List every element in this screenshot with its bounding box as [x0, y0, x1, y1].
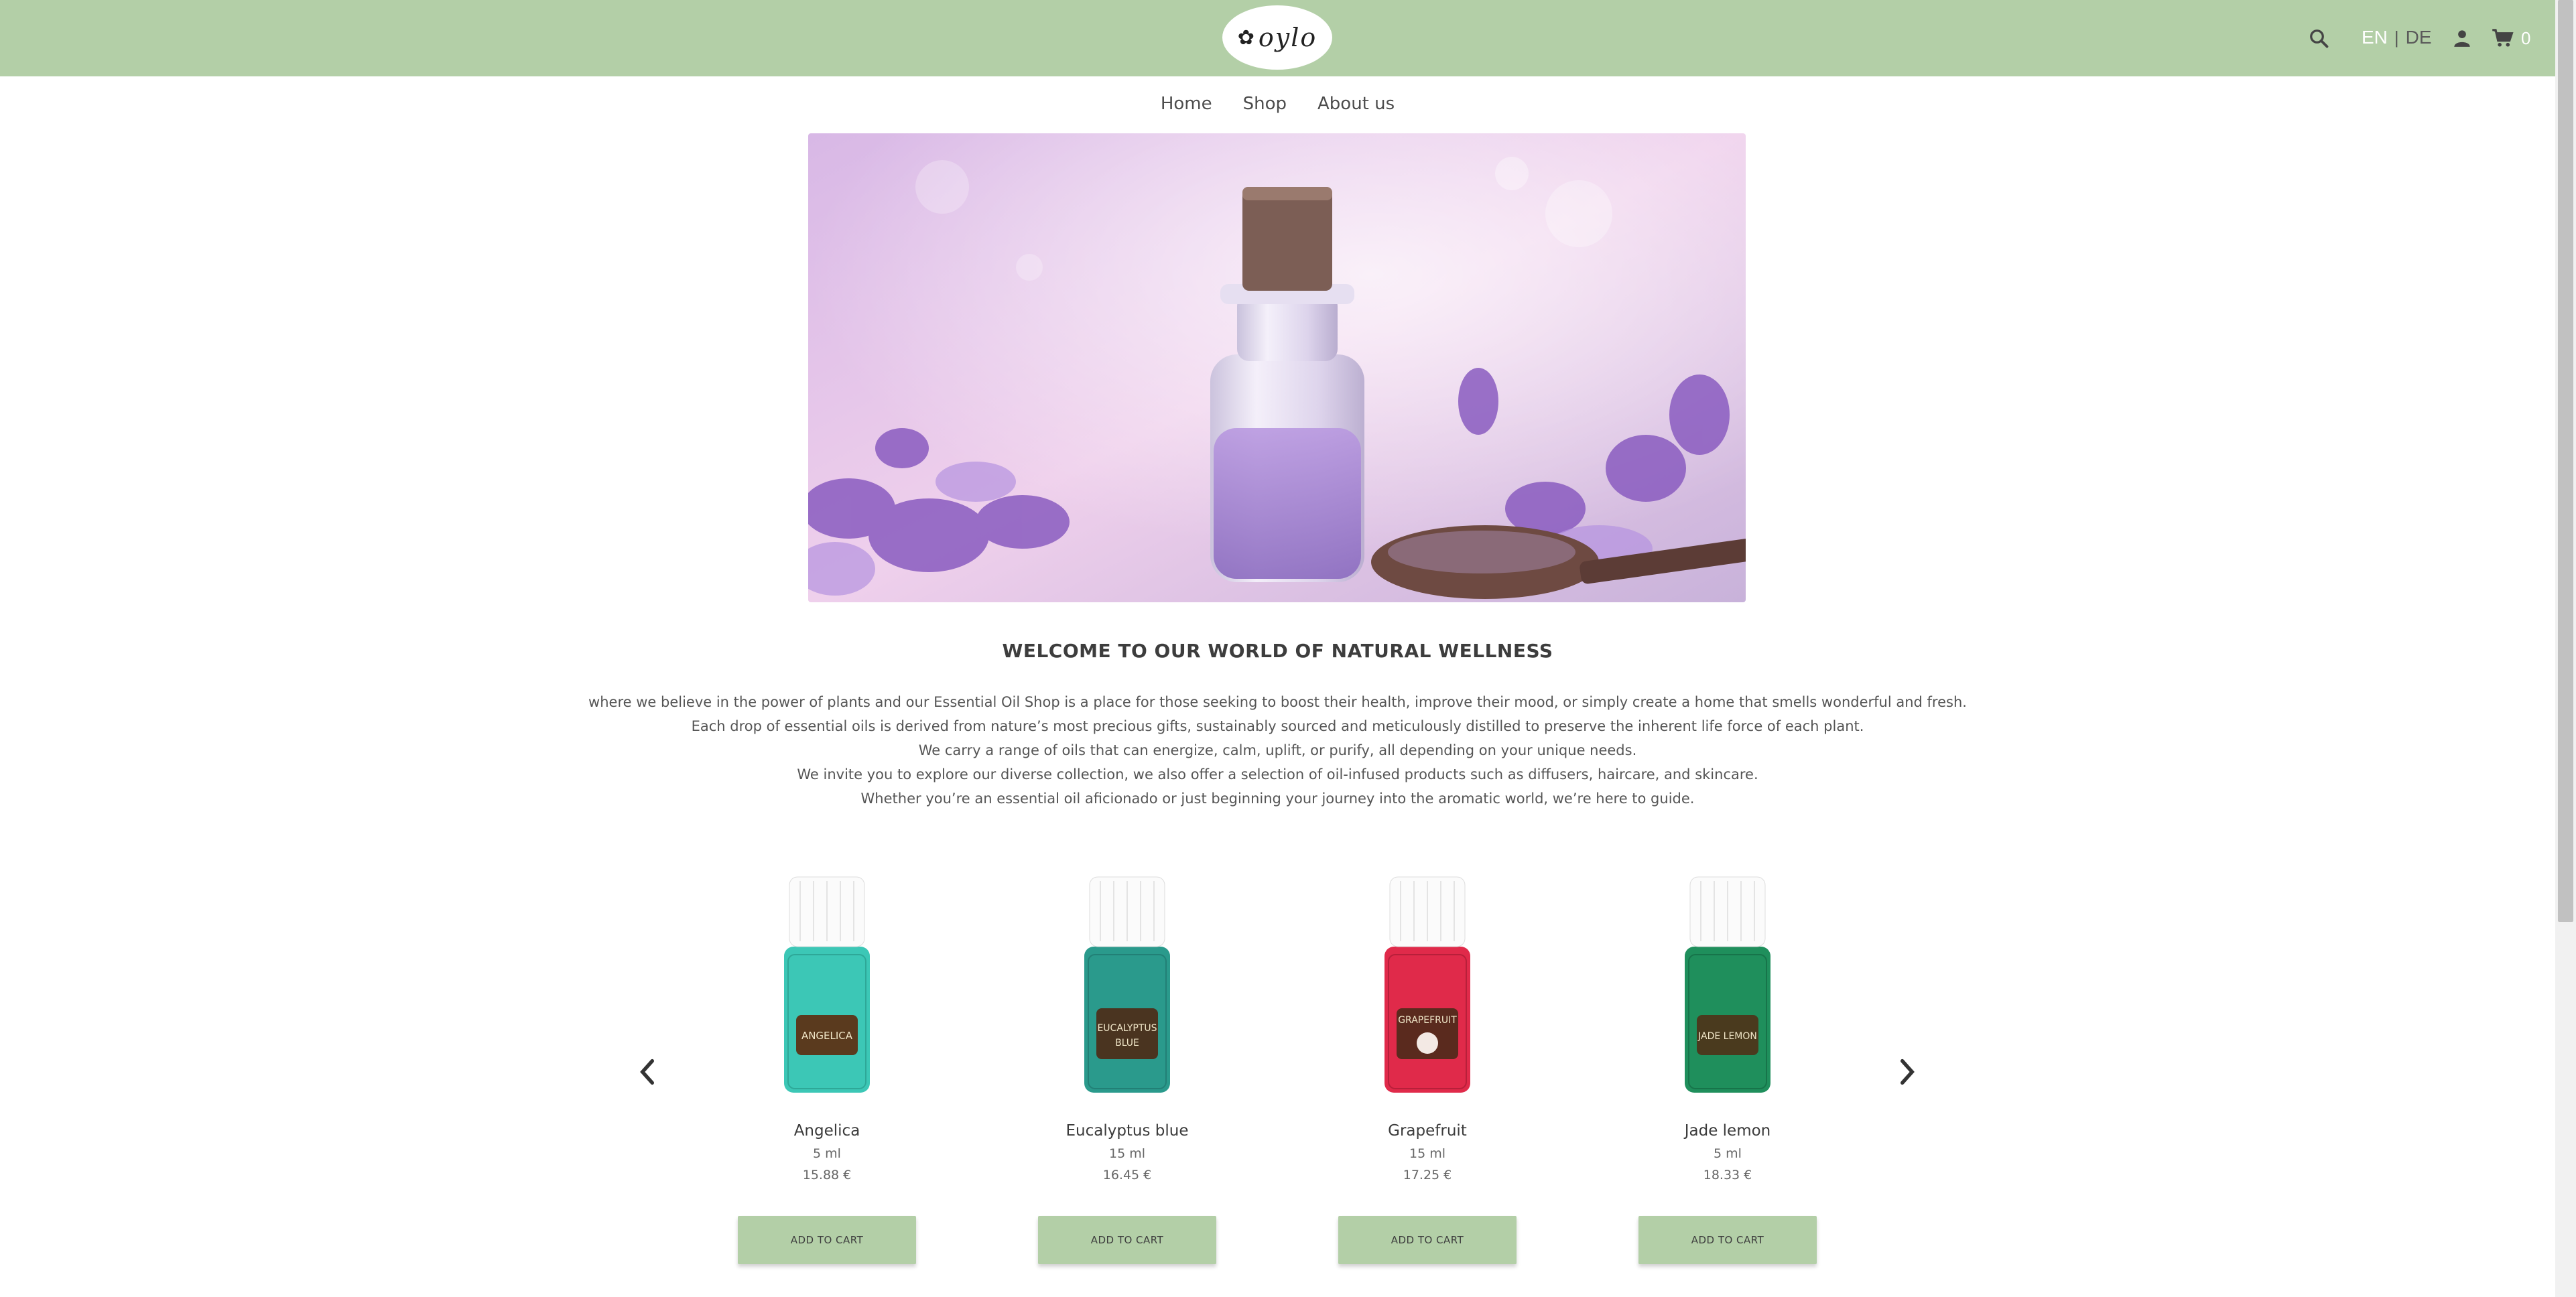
top-header: ✿ oylo EN | DE 0 — [0, 0, 2555, 76]
product-price: 15.88 € — [802, 1168, 852, 1182]
welcome-line: where we believe in the power of plants … — [588, 694, 1967, 710]
main-nav: Home Shop About us — [0, 88, 2555, 119]
lang-de-link[interactable]: DE — [2406, 27, 2432, 48]
nav-about-us[interactable]: About us — [1317, 88, 1395, 119]
welcome-line: Whether you’re an essential oil aficiona… — [860, 791, 1695, 807]
add-to-cart-button[interactable]: ADD TO CART — [1638, 1216, 1817, 1264]
cart-count: 0 — [2521, 27, 2531, 48]
bottle-label: ANGELICA — [801, 1030, 853, 1042]
product-name[interactable]: Eucalyptus blue — [1035, 1122, 1220, 1140]
welcome-line: We invite you to explore our diverse col… — [797, 766, 1758, 782]
product-size: 5 ml — [813, 1146, 841, 1161]
lang-separator: | — [2394, 27, 2399, 48]
product-name[interactable]: Jade lemon — [1635, 1122, 1820, 1140]
product-card: ANGELICA Angelica 5 ml 15.88 € ADD TO CA… — [734, 874, 919, 1264]
scrollbar-thumb[interactable] — [2558, 0, 2573, 922]
nav-shop[interactable]: Shop — [1243, 88, 1287, 119]
welcome-text: where we believe in the power of plants … — [0, 690, 2555, 811]
product-image[interactable]: GRAPEFRUIT — [1380, 874, 1474, 1095]
cart-icon — [2492, 29, 2514, 47]
lang-en-link[interactable]: EN — [2362, 27, 2388, 48]
site-logo[interactable]: ✿ oylo — [1222, 5, 1332, 70]
product-card: EUCALYPTUS BLUE Eucalyptus blue 15 ml 16… — [1035, 874, 1220, 1264]
bottle-label: JADE LEMON — [1697, 1031, 1757, 1042]
welcome-title: WELCOME TO OUR WORLD OF NATURAL WELLNESS — [1002, 640, 1553, 662]
bottle-label-2: BLUE — [1115, 1038, 1139, 1048]
logo-text: oylo — [1258, 23, 1317, 52]
product-size: 15 ml — [1409, 1146, 1445, 1161]
product-size: 15 ml — [1108, 1146, 1145, 1161]
user-icon[interactable] — [2450, 23, 2474, 54]
product-image[interactable]: JADE LEMON — [1681, 874, 1775, 1095]
search-icon[interactable] — [2305, 23, 2332, 54]
product-price: 18.33 € — [1703, 1168, 1752, 1182]
add-to-cart-button[interactable]: ADD TO CART — [1338, 1216, 1517, 1264]
bottle-label: EUCALYPTUS — [1097, 1023, 1157, 1034]
product-image[interactable]: EUCALYPTUS BLUE — [1080, 874, 1174, 1095]
carousel-next-icon[interactable] — [1892, 1053, 1922, 1091]
nav-home[interactable]: Home — [1161, 88, 1212, 119]
carousel-prev-icon[interactable] — [633, 1053, 662, 1091]
product-price: 16.45 € — [1102, 1168, 1152, 1182]
add-to-cart-button[interactable]: ADD TO CART — [1038, 1216, 1216, 1264]
language-switcher: EN | DE — [2362, 24, 2432, 51]
product-image[interactable]: ANGELICA — [780, 874, 874, 1095]
add-to-cart-button[interactable]: ADD TO CART — [738, 1216, 916, 1264]
product-size: 5 ml — [1714, 1146, 1742, 1161]
product-name[interactable]: Grapefruit — [1335, 1122, 1520, 1140]
product-price: 17.25 € — [1403, 1168, 1452, 1182]
product-card: JADE LEMON Jade lemon 5 ml 18.33 € ADD T… — [1635, 874, 1820, 1264]
bottle-label: GRAPEFRUIT — [1398, 1015, 1457, 1026]
flower-icon: ✿ — [1237, 25, 1256, 50]
hero-image — [808, 133, 1746, 602]
welcome-line: We carry a range of oils that can energi… — [918, 742, 1637, 758]
cart-button[interactable]: 0 — [2492, 23, 2545, 54]
welcome-line: Each drop of essential oils is derived f… — [691, 718, 1864, 734]
product-card: GRAPEFRUIT Grapefruit 15 ml 17.25 € ADD … — [1335, 874, 1520, 1264]
product-name[interactable]: Angelica — [734, 1122, 919, 1140]
